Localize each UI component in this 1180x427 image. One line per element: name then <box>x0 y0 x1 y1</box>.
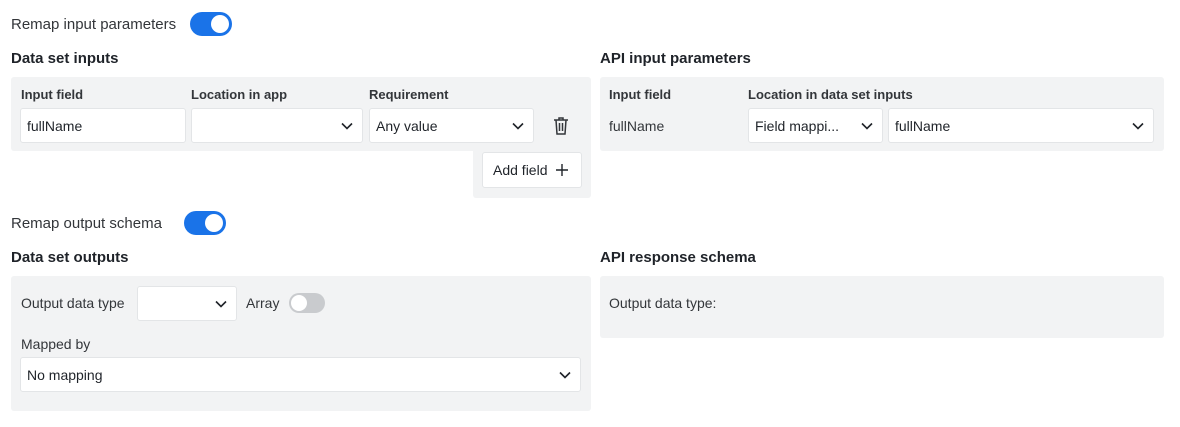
api-inputs-title: API input parameters <box>600 50 751 67</box>
location-type-value: Field mappi... <box>755 117 840 134</box>
chevron-down-icon <box>341 122 353 130</box>
api-input-field-value: fullName <box>609 118 665 134</box>
toggle-knob <box>211 15 230 33</box>
array-label: Array <box>246 295 280 311</box>
toggle-knob <box>291 295 307 311</box>
remap-output-toggle[interactable] <box>183 211 226 235</box>
dataset-inputs-title: Data set inputs <box>11 50 119 67</box>
trash-icon[interactable] <box>551 115 571 137</box>
remap-output-row: Remap output schema <box>11 211 226 235</box>
location-in-app-select[interactable] <box>191 108 363 143</box>
remap-input-row: Remap input parameters <box>11 12 233 36</box>
output-type-label: Output data type <box>21 295 125 311</box>
location-value-select[interactable]: fullName <box>888 108 1154 143</box>
location-type-select[interactable]: Field mappi... <box>748 108 883 143</box>
col-api-input-field: Input field <box>609 87 672 102</box>
api-output-type-label: Output data type: <box>609 295 717 311</box>
mapped-by-label: Mapped by <box>21 336 91 352</box>
chevron-down-icon <box>1132 122 1144 130</box>
array-toggle[interactable] <box>289 293 325 313</box>
requirement-value: Any value <box>376 117 438 134</box>
plus-icon <box>556 164 569 176</box>
dataset-outputs-title: Data set outputs <box>11 249 129 266</box>
col-location-in-dataset: Location in data set inputs <box>748 87 913 102</box>
remap-input-label: Remap input parameters <box>11 15 177 33</box>
toggle-knob <box>204 214 223 232</box>
add-field-label: Add field <box>493 162 548 178</box>
input-field-value: fullName <box>27 117 83 134</box>
output-type-select[interactable] <box>137 286 237 321</box>
col-location-in-app: Location in app <box>191 87 288 102</box>
remap-input-toggle[interactable] <box>190 12 233 36</box>
mapped-by-value: No mapping <box>27 366 103 383</box>
requirement-select[interactable]: Any value <box>369 108 534 143</box>
chevron-down-icon <box>861 122 873 130</box>
chevron-down-icon <box>512 122 524 130</box>
remap-output-label: Remap output schema <box>11 214 162 232</box>
col-requirement: Requirement <box>369 87 449 102</box>
chevron-down-icon <box>559 371 571 379</box>
chevron-down-icon <box>215 300 227 308</box>
mapped-by-select[interactable]: No mapping <box>20 357 581 392</box>
location-value-text: fullName <box>895 117 951 134</box>
input-field-input[interactable]: fullName <box>20 108 186 143</box>
add-field-button[interactable]: Add field <box>482 152 582 188</box>
api-response-title: API response schema <box>600 249 756 266</box>
col-input-field: Input field <box>21 87 84 102</box>
